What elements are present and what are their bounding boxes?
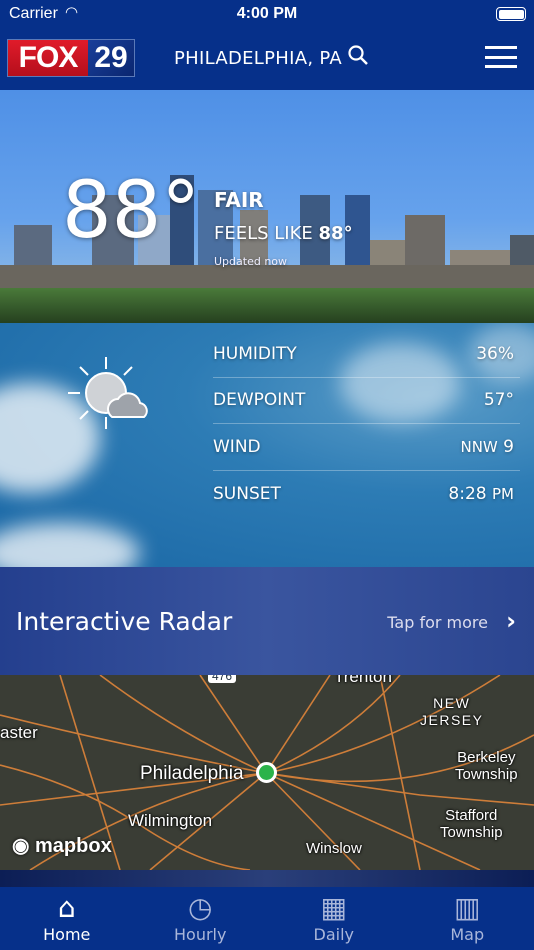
location-button[interactable]: PHILADELPHIA, PA [174,48,342,69]
route-shield: 476 [208,675,237,683]
weather-details: HUMIDITY 36% DEWPOINT 57° WIND NNW 9 SUNSET… [0,323,534,567]
clock: 4:00 PM [236,5,298,22]
tab-map[interactable]: ▥ Map [401,887,534,950]
radar-title: Interactive Radar [16,607,233,636]
detail-row-humidity: HUMIDITY 36% [213,331,520,378]
radar-map[interactable]: 476 Trenton NEW JERSEY aster Philadelphi… [0,675,534,870]
tab-label: Map [450,925,485,944]
detail-row-dewpoint: DEWPOINT 57° [213,378,520,424]
condition-text: FAIR [214,188,264,212]
updated-text: Updated now [214,255,288,268]
map-icon: ▥ [454,891,481,924]
tab-daily[interactable]: ▦ Daily [267,887,401,950]
current-conditions: 88° FAIR FEELS LIKE 88° Updated now [0,90,534,323]
detail-row-sunset: SUNSET 8:28 PM [213,483,514,504]
map-label-stafford: Stafford Township [440,807,503,841]
feels-like-value: 88° [318,223,353,244]
feels-like: FEELS LIKE 88° [214,223,353,244]
calendar-icon: ▦ [320,891,347,924]
map-label-chester: aster [0,723,38,742]
battery-icon [496,7,526,21]
map-label-winslow: Winslow [306,840,362,857]
status-bar: Carrier ◠ 4:00 PM [0,0,534,30]
interactive-radar-banner[interactable]: Interactive Radar Tap for more › [0,567,534,675]
search-icon[interactable] [347,44,369,66]
app-header: FOX 29 PHILADELPHIA, PA [0,30,534,90]
map-label-berkeley: Berkeley Township [455,749,518,783]
detail-row-wind: WIND NNW 9 [213,424,520,471]
tap-for-more-link[interactable]: Tap for more [387,613,488,632]
tab-hourly[interactable]: ◷ Hourly [134,887,268,950]
home-icon: ⌂ [57,891,76,924]
clock-back-icon: ◷ [188,891,213,924]
feels-like-label: FEELS LIKE [214,223,313,244]
tab-label: Home [43,925,91,944]
tab-label: Hourly [174,925,227,944]
map-label-wilmington: Wilmington [128,811,213,830]
location-pin[interactable] [256,762,277,783]
tab-label: Daily [313,925,354,944]
partly-cloudy-icon [68,357,148,429]
mapbox-logo: ◉ mapbox [12,835,112,857]
logo-fox: FOX [8,40,88,76]
logo-number: 29 [88,40,134,76]
map-label-new-jersey: NEW JERSEY [420,695,484,728]
chevron-right-icon[interactable]: › [506,607,516,635]
map-label-trenton: Trenton [334,675,392,686]
tab-home[interactable]: ⌂ Home [0,887,134,950]
divider [0,870,534,887]
current-temperature: 88° [62,166,201,256]
tab-bar: ⌂ Home ◷ Hourly ▦ Daily ▥ Map [0,887,534,950]
hamburger-menu-icon[interactable] [485,46,517,68]
map-label-philadelphia: Philadelphia [140,763,244,784]
fox29-logo[interactable]: FOX 29 [7,39,135,77]
